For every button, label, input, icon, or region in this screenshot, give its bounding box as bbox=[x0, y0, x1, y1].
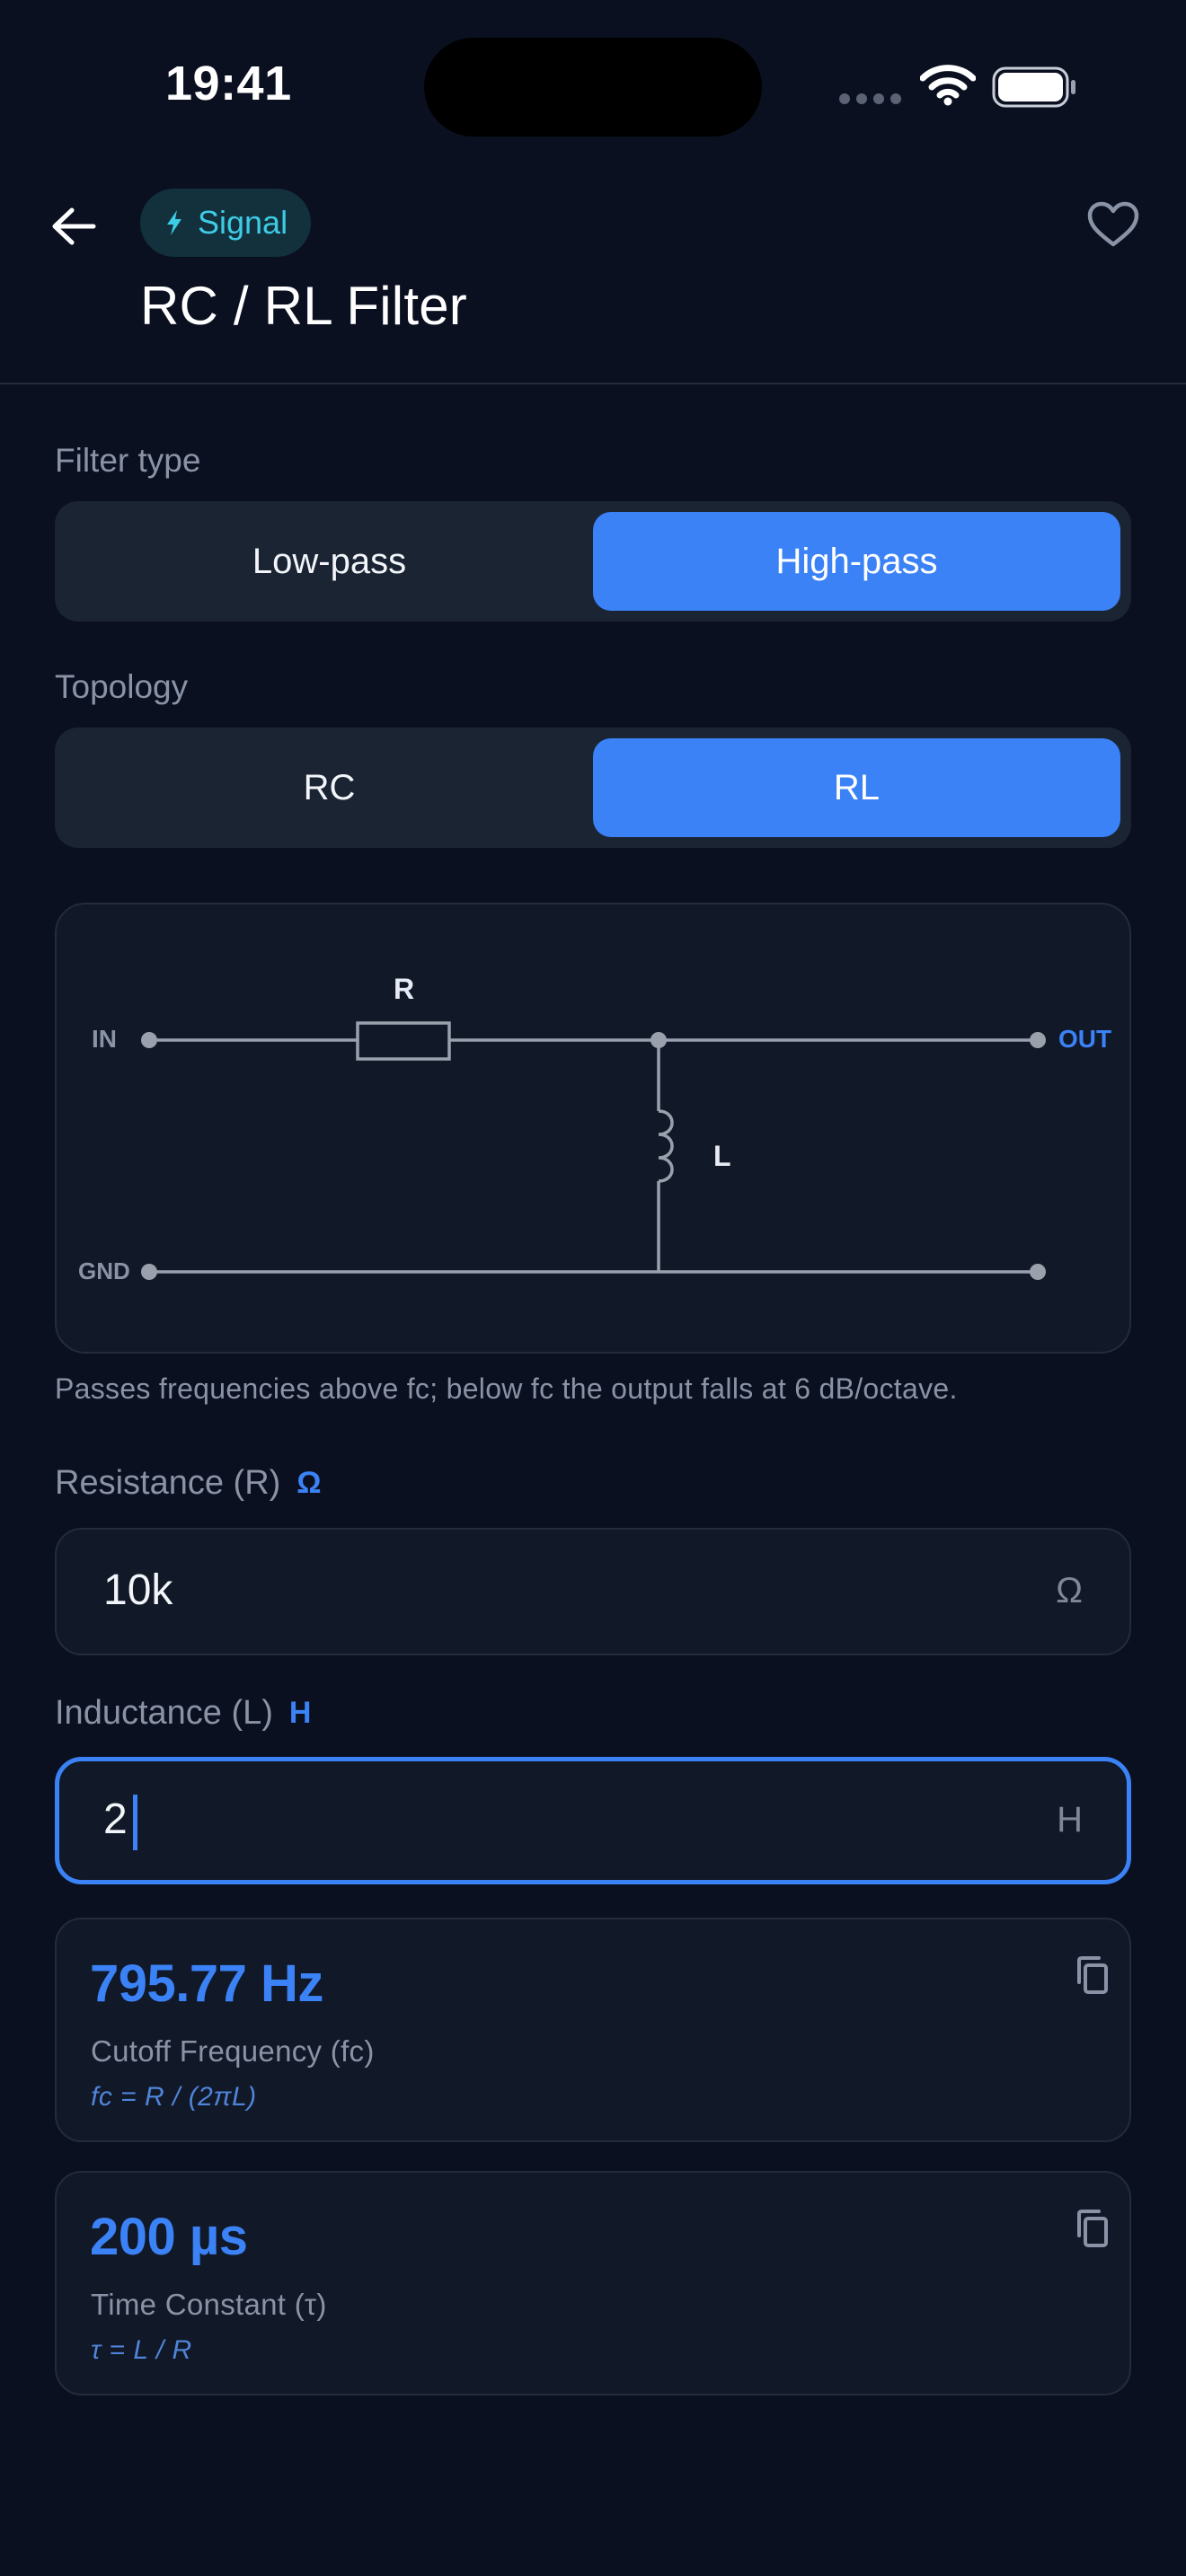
result-name: Cutoff Frequency (fc) bbox=[91, 2034, 375, 2068]
copy-button[interactable] bbox=[1067, 2203, 1117, 2254]
category-chip-label: Signal bbox=[198, 204, 288, 241]
segment-rc[interactable]: RC bbox=[66, 738, 593, 837]
filter-type-label: Filter type bbox=[55, 442, 201, 479]
resistance-input-unit: Ω bbox=[1056, 1571, 1083, 1610]
circuit-diagram: IN OUT GND R L bbox=[55, 903, 1131, 1354]
dynamic-island bbox=[424, 38, 762, 137]
topology-label: Topology bbox=[55, 668, 189, 705]
inductance-label-text: Inductance (L) bbox=[55, 1694, 273, 1732]
resistance-input-value: 10k bbox=[103, 1566, 173, 1614]
heart-outline-icon bbox=[1087, 201, 1139, 247]
inductor-label: L bbox=[713, 1140, 731, 1172]
wifi-icon bbox=[920, 65, 976, 106]
circuit-schematic bbox=[141, 1021, 1046, 1280]
copy-icon bbox=[1077, 1956, 1108, 1994]
resistance-label-text: Resistance (R) bbox=[55, 1464, 281, 1502]
segment-rl[interactable]: RL bbox=[593, 738, 1120, 837]
battery-icon bbox=[992, 66, 1075, 108]
result-card-cutoff: 795.77 Hz Cutoff Frequency (fc) fc = R /… bbox=[55, 1918, 1131, 2142]
page-title: RC / RL Filter bbox=[140, 276, 467, 336]
resistance-unit-tag: Ω bbox=[296, 1466, 322, 1500]
copy-icon bbox=[1077, 2210, 1108, 2247]
inductance-input-unit: H bbox=[1057, 1800, 1083, 1839]
inductance-input-value: 2 bbox=[103, 1795, 128, 1843]
status-time: 19:41 bbox=[165, 57, 292, 110]
segment-low-pass[interactable]: Low-pass bbox=[66, 512, 593, 611]
bolt-icon bbox=[167, 210, 181, 235]
filter-type-selector: Low-pass High-pass bbox=[55, 501, 1131, 622]
result-formula: τ = L / R bbox=[91, 2335, 192, 2365]
copy-button[interactable] bbox=[1067, 1950, 1117, 2000]
result-value: 795.77 Hz bbox=[90, 1954, 323, 2013]
result-value: 200 µs bbox=[90, 2208, 248, 2266]
circuit-out-label: OUT bbox=[1058, 1025, 1112, 1053]
arrow-left-icon bbox=[52, 207, 96, 245]
inductance-unit-tag: H bbox=[288, 1696, 312, 1730]
inductance-input[interactable]: 2 H bbox=[55, 1757, 1131, 1884]
cellular-signal-icon bbox=[839, 93, 901, 104]
segment-high-pass[interactable]: High-pass bbox=[593, 512, 1120, 611]
favorite-button[interactable] bbox=[1084, 198, 1143, 251]
resistance-label: Resistance (R) Ω bbox=[55, 1464, 322, 1503]
circuit-in-label: IN bbox=[92, 1025, 117, 1053]
circuit-gnd-label: GND bbox=[78, 1257, 130, 1284]
inductance-label: Inductance (L) H bbox=[55, 1694, 311, 1733]
result-formula: fc = R / (2πL) bbox=[91, 2082, 257, 2112]
category-chip[interactable]: Signal bbox=[140, 189, 312, 257]
resistor-label: R bbox=[394, 973, 415, 1005]
back-button[interactable] bbox=[47, 199, 101, 253]
result-card-time-constant: 200 µs Time Constant (τ) τ = L / R bbox=[55, 2171, 1131, 2395]
topology-selector: RC RL bbox=[55, 728, 1131, 848]
text-caret bbox=[133, 1795, 137, 1850]
app-header: Signal RC / RL Filter bbox=[0, 171, 1186, 384]
result-name: Time Constant (τ) bbox=[91, 2288, 327, 2321]
resistance-input[interactable]: 10k Ω bbox=[55, 1528, 1131, 1655]
status-bar: 19:41 bbox=[0, 0, 1186, 171]
filter-description: Passes frequencies above fc; below fc th… bbox=[55, 1372, 958, 1405]
